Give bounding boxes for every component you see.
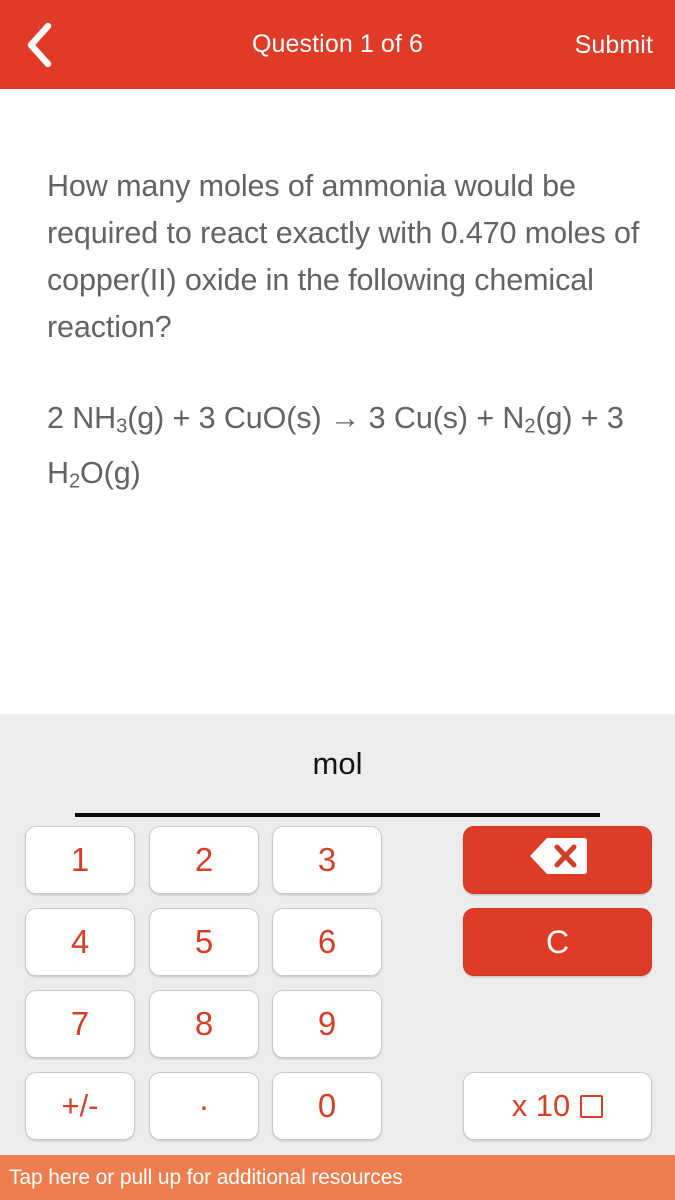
exponent-label: x 10 (511, 1088, 571, 1123)
answer-input[interactable] (75, 791, 600, 817)
key-3[interactable]: 3 (272, 826, 382, 894)
key-sign[interactable]: +/- (25, 1072, 135, 1140)
exponent-button[interactable]: x 10 (463, 1072, 652, 1140)
additional-resources-bar[interactable]: Tap here or pull up for additional resou… (0, 1155, 675, 1200)
backspace-icon (527, 835, 589, 885)
key-6[interactable]: 6 (272, 908, 382, 976)
key-5[interactable]: 5 (149, 908, 259, 976)
submit-button[interactable]: Submit (575, 31, 653, 60)
app-header: Question 1 of 6 Submit (0, 0, 675, 89)
chemical-equation: 2 NH3(g) + 3 CuO(s) → 3 Cu(s) + N2(g) + … (47, 401, 624, 493)
key-1[interactable]: 1 (25, 826, 135, 894)
key-8[interactable]: 8 (149, 990, 259, 1058)
key-9[interactable]: 9 (272, 990, 382, 1058)
key-2[interactable]: 2 (149, 826, 259, 894)
exponent-placeholder-box (580, 1094, 604, 1118)
question-area: How many moles of ammonia would be requi… (0, 89, 675, 714)
key-7[interactable]: 7 (25, 990, 135, 1058)
key-4[interactable]: 4 (25, 908, 135, 976)
clear-button[interactable]: C (463, 908, 652, 976)
backspace-button[interactable] (463, 826, 652, 894)
additional-resources-label: Tap here or pull up for additional resou… (9, 1165, 403, 1189)
answer-unit-label: mol (312, 746, 363, 781)
keypad-panel: mol 1 2 3 4 5 6 7 8 9 +/- . 0 C x 10 (0, 714, 675, 1155)
key-decimal[interactable]: . (149, 1072, 259, 1140)
key-0[interactable]: 0 (272, 1072, 382, 1140)
question-prompt: How many moles of ammonia would be requi… (47, 169, 640, 344)
